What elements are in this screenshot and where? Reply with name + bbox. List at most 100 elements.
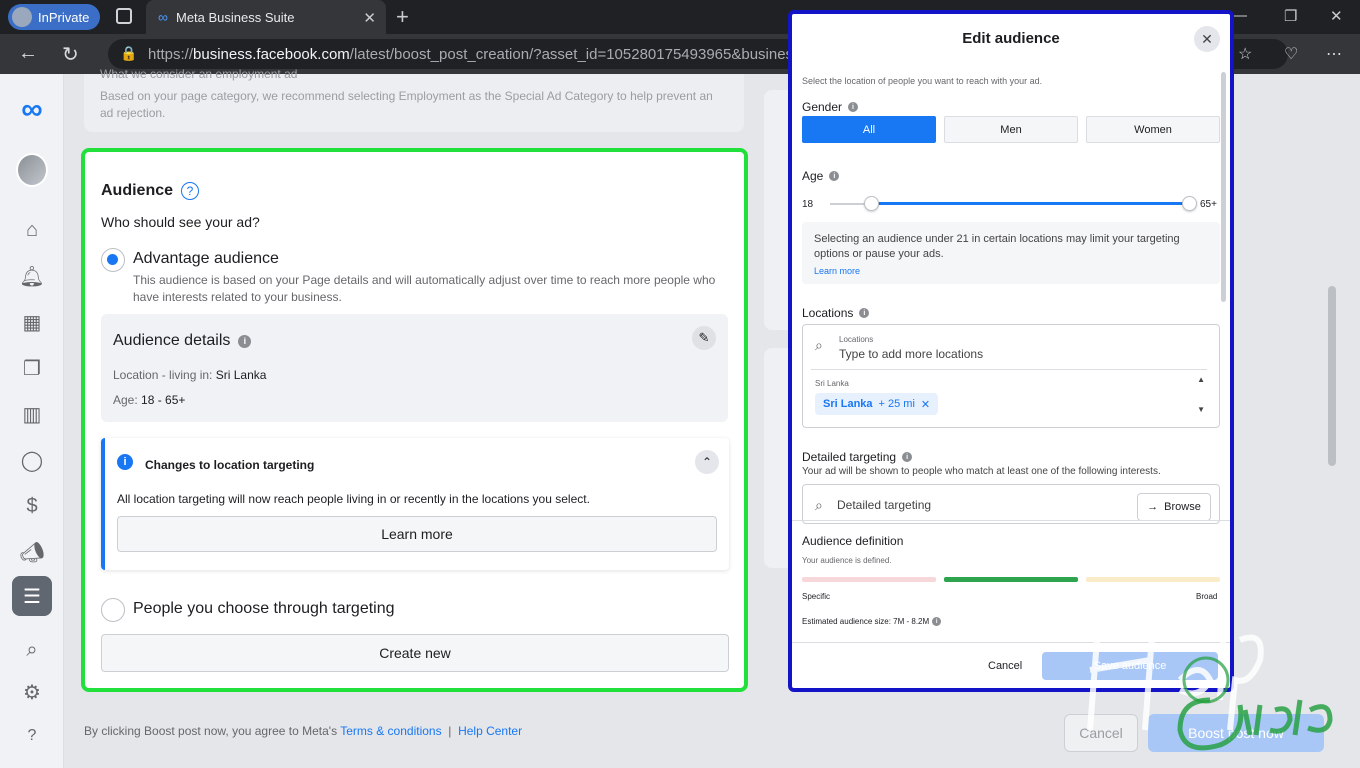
advantage-audience-label: Advantage audience <box>133 250 279 267</box>
info-icon[interactable]: i <box>238 334 252 348</box>
estimated-size-text: Estimated audience size: 7M - 8.2M <box>802 617 930 626</box>
search-icon[interactable]: ⌕ <box>16 634 48 666</box>
age-min: 18 <box>802 199 814 210</box>
restore-icon[interactable]: ❐ <box>1284 7 1297 25</box>
search-icon: ⌕ <box>815 337 823 353</box>
help-icon[interactable]: ? <box>16 720 48 752</box>
settings-icon[interactable]: ⚙ <box>16 676 48 708</box>
close-tab-icon[interactable]: ✕ <box>363 9 376 27</box>
expand-arrow-icon[interactable]: ▼ <box>1197 405 1205 414</box>
locations-heading: Locations i <box>802 306 870 320</box>
info-icon[interactable]: i <box>848 102 859 112</box>
chevron-up-icon: ⌃ <box>701 455 713 469</box>
audience-details-panel: Audience details i ✎ Location - living i… <box>101 314 728 422</box>
audience-heading: Audience ? <box>101 182 200 200</box>
locations-label: Locations <box>802 306 854 320</box>
audience-definition-desc: Your audience is defined. <box>802 556 892 565</box>
locations-input[interactable]: Type to add more locations <box>839 347 983 361</box>
cancel-button[interactable]: Cancel <box>1064 714 1138 752</box>
help-icon[interactable]: ? <box>181 182 200 200</box>
age-learn-more-link[interactable]: Learn more <box>814 264 1208 279</box>
age-info-text: Selecting an audience under 21 in certai… <box>814 233 1180 260</box>
info-icon: i <box>117 454 133 470</box>
save-audience-button[interactable]: Save audience <box>1042 652 1218 680</box>
location-targeting-notice: i Changes to location targeting ⌃ All lo… <box>101 438 729 570</box>
divider <box>792 520 1230 521</box>
content-icon[interactable]: ❐ <box>16 352 48 384</box>
info-icon[interactable]: i <box>932 617 942 626</box>
locations-field-label: Locations <box>839 335 874 344</box>
all-tools-icon[interactable]: ☰ <box>12 576 52 616</box>
targeting-audience-radio[interactable] <box>101 598 125 622</box>
age-max-handle[interactable] <box>1182 196 1197 211</box>
monetization-icon[interactable]: $ <box>16 490 48 522</box>
minimize-icon[interactable]: — <box>1232 7 1247 24</box>
url-path: /latest/boost_post_creation/?asset_id=10… <box>349 45 838 63</box>
audience-card: Audience ? Who should see your ad? Advan… <box>81 148 748 692</box>
divider <box>811 369 1207 370</box>
location-row: Location - living in: Sri Lanka <box>113 368 266 382</box>
terms-link[interactable]: Terms & conditions <box>340 724 441 738</box>
ads-icon[interactable]: 📣︎ <box>16 536 48 568</box>
age-min-handle[interactable] <box>864 196 879 211</box>
new-tab-button[interactable]: + <box>396 4 409 30</box>
page-scrollbar[interactable] <box>1328 286 1336 466</box>
location-chip[interactable]: Sri Lanka + 25 mi ✕ <box>815 393 939 415</box>
dialog-cancel-button[interactable]: Cancel <box>988 660 1022 672</box>
remove-location-icon[interactable]: ✕ <box>921 398 930 411</box>
detailed-targeting-field[interactable]: ⌕ Detailed targeting → Browse <box>802 484 1220 524</box>
special-ad-category-text: Based on your page category, we recommen… <box>100 89 713 120</box>
close-icon: ✕ <box>1201 30 1213 47</box>
tab-actions-icon[interactable] <box>116 8 132 24</box>
home-icon[interactable]: ⌂ <box>16 214 48 246</box>
targeting-audience-label: People you choose through targeting <box>133 600 395 617</box>
info-icon[interactable]: i <box>902 452 913 462</box>
notifications-icon[interactable]: 🔔︎ <box>16 260 48 292</box>
age-label: Age <box>802 169 824 183</box>
inbox-icon[interactable]: ◯ <box>16 444 48 476</box>
detailed-targeting-heading: Detailed targeting i <box>802 450 913 464</box>
back-icon[interactable]: ← <box>18 42 38 65</box>
gender-heading: Gender i <box>802 100 859 114</box>
insights-icon[interactable]: ▥ <box>16 398 48 430</box>
audience-details-title: Audience details <box>113 332 231 349</box>
dialog-scrollbar[interactable] <box>1221 72 1226 302</box>
dialog-title: Edit audience <box>962 30 1060 47</box>
gender-option-women[interactable]: Women <box>1086 116 1220 143</box>
edit-audience-button[interactable]: ✎ <box>692 326 716 350</box>
inprivate-label: InPrivate <box>38 9 90 25</box>
agreement-text: By clicking Boost post now, you agree to… <box>84 724 341 738</box>
close-window-icon[interactable]: ✕ <box>1330 7 1343 25</box>
broad-label: Broad <box>1196 592 1218 601</box>
country-label: Sri Lanka <box>815 379 849 388</box>
browse-button[interactable]: → Browse <box>1137 493 1211 521</box>
detailed-targeting-input[interactable]: Detailed targeting <box>837 498 931 512</box>
page-avatar[interactable] <box>16 153 48 187</box>
more-menu-icon[interactable]: ⋯ <box>1326 44 1342 64</box>
chip-radius[interactable]: + 25 mi <box>879 398 915 410</box>
cut-off-line: What we consider an employment ad <box>100 67 298 81</box>
browser-essentials-icon[interactable]: ♡ <box>1284 44 1298 64</box>
collapse-arrow-icon[interactable]: ▲ <box>1197 375 1205 384</box>
advantage-audience-radio[interactable] <box>101 248 125 272</box>
tab-meta-business-suite[interactable]: ∞ Meta Business Suite ✕ <box>146 0 386 34</box>
info-icon[interactable]: i <box>829 171 840 181</box>
age-heading: Age i <box>802 169 840 183</box>
gender-option-all[interactable]: All <box>802 116 936 143</box>
inprivate-badge[interactable]: InPrivate <box>8 4 100 30</box>
footer-separator: | <box>448 724 452 738</box>
favorites-icon[interactable]: ☆ <box>1238 44 1252 64</box>
boost-post-button[interactable]: Boost post now <box>1148 714 1324 752</box>
gender-option-men[interactable]: Men <box>944 116 1078 143</box>
chip-location: Sri Lanka <box>823 398 873 410</box>
refresh-icon[interactable]: ↻ <box>62 42 79 67</box>
locations-field[interactable]: ⌕ Locations Type to add more locations S… <box>802 324 1220 428</box>
info-icon[interactable]: i <box>859 308 870 318</box>
collapse-button[interactable]: ⌃ <box>695 450 719 474</box>
help-center-link[interactable]: Help Center <box>458 724 522 738</box>
meta-logo-icon[interactable]: ∞ <box>16 93 48 126</box>
learn-more-button[interactable]: Learn more <box>117 516 717 552</box>
close-dialog-button[interactable]: ✕ <box>1194 26 1220 52</box>
planner-icon[interactable]: ▦ <box>16 306 48 338</box>
create-new-button[interactable]: Create new <box>101 634 729 672</box>
